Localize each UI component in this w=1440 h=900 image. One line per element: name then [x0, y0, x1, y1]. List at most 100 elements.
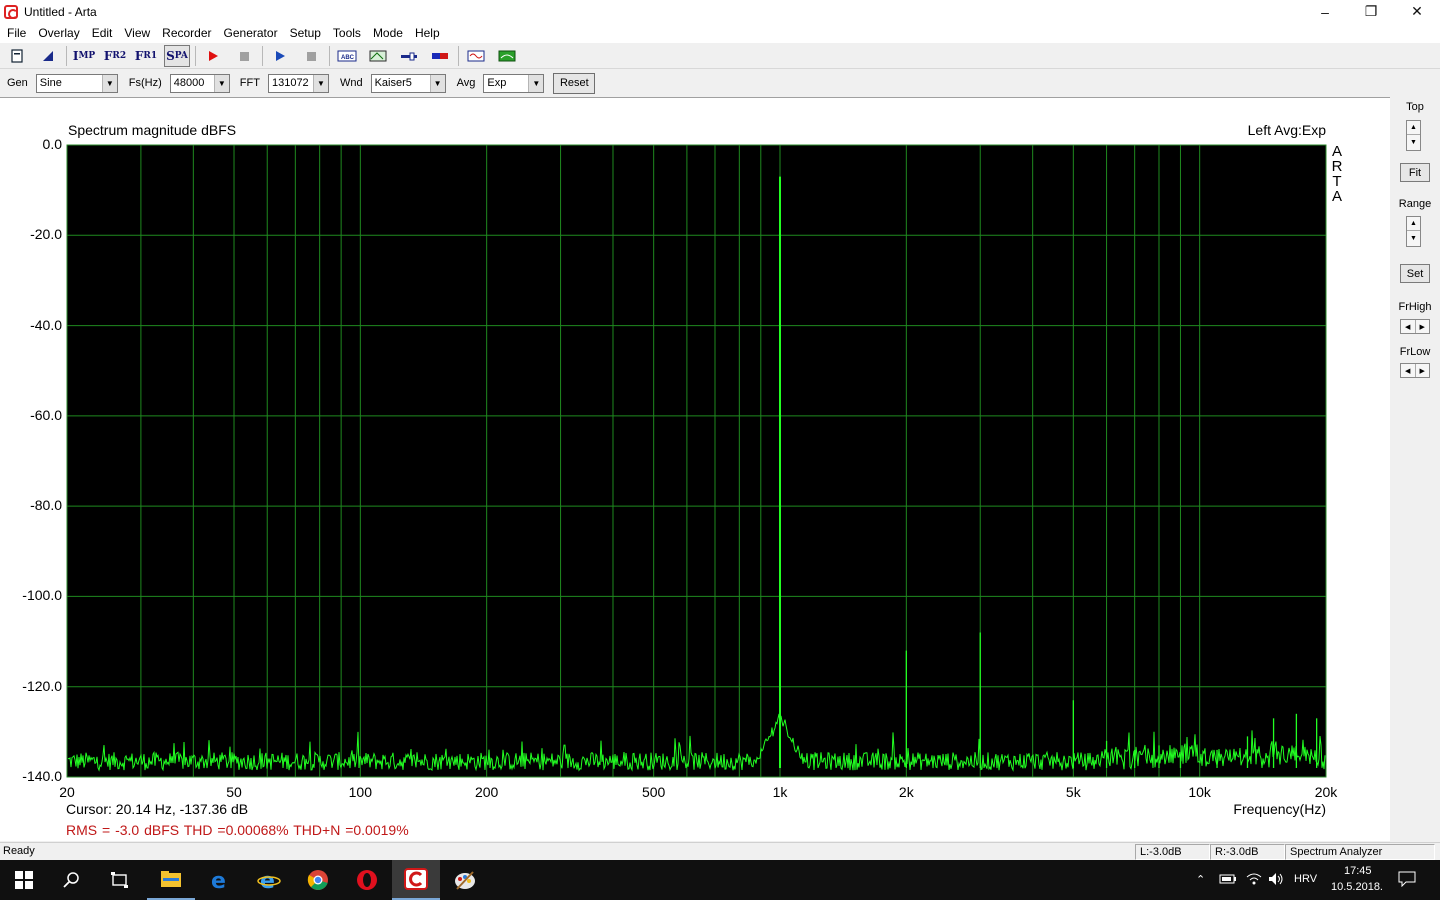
arrow-left-icon[interactable]: ◀ — [1401, 364, 1416, 377]
y-tick-label: -60.0 — [30, 406, 62, 423]
menu-generator[interactable]: Generator — [218, 23, 284, 43]
svg-text:ABC: ABC — [341, 55, 355, 61]
x-tick-label: 200 — [474, 784, 499, 800]
gen-label: Gen — [7, 77, 28, 89]
arrow-up-icon[interactable]: ▲ — [1407, 217, 1420, 231]
close-button[interactable]: ✕ — [1394, 0, 1440, 23]
arta-app-icon[interactable] — [4, 4, 18, 19]
menu-mode[interactable]: Mode — [367, 23, 409, 43]
status-bar: Ready L:-3.0dB R:-3.0dB Spectrum Analyze… — [0, 842, 1440, 860]
spa-mode-button[interactable]: S PA — [164, 44, 190, 67]
fader-icon[interactable] — [396, 45, 422, 67]
windows-start-icon[interactable] — [0, 860, 48, 900]
arrow-right-icon[interactable]: ▶ — [1416, 364, 1430, 377]
x-axis-title: Frequency(Hz) — [1233, 801, 1326, 817]
impulse-mode-button[interactable]: I MP — [71, 45, 97, 67]
arrow-down-icon[interactable]: ▼ — [1407, 231, 1420, 245]
abc-analyze-icon[interactable]: ABC — [334, 45, 360, 67]
input-language[interactable]: HRV — [1294, 873, 1317, 885]
arrow-right-icon[interactable]: ▶ — [1416, 320, 1430, 333]
menu-tools[interactable]: Tools — [327, 23, 367, 43]
arta-taskbar-icon[interactable] — [392, 860, 440, 900]
window-function-select[interactable]: Kaiser5 ▼ — [370, 73, 446, 93]
search-icon[interactable] — [48, 860, 96, 900]
chrome-icon[interactable] — [294, 860, 342, 900]
arrow-down-icon[interactable]: ▼ — [1407, 135, 1420, 149]
record-play-icon[interactable] — [200, 45, 226, 67]
fft-size-select[interactable]: 131072 ▼ — [267, 73, 329, 93]
fs-label: Fs(Hz) — [128, 77, 162, 89]
fr1-mode-button[interactable]: F R1 — [133, 45, 159, 67]
record-stop-icon[interactable] — [231, 45, 257, 67]
arrow-up-icon[interactable]: ▲ — [1407, 121, 1420, 135]
chevron-down-icon[interactable]: ▼ — [429, 74, 445, 92]
chevron-down-icon[interactable]: ▼ — [101, 74, 117, 92]
paint-app-icon[interactable] — [441, 860, 489, 900]
window-title: Untitled - Arta — [24, 4, 97, 19]
frlow-spinner[interactable]: ◀ ▶ — [1400, 363, 1430, 378]
menu-view[interactable]: View — [118, 23, 156, 43]
oscilloscope-icon[interactable] — [463, 45, 489, 67]
minimize-button[interactable]: – — [1302, 0, 1348, 23]
fit-button[interactable]: Fit — [1400, 163, 1430, 182]
x-tick-label: 2k — [898, 784, 914, 800]
generator-select[interactable]: Sine ▼ — [35, 73, 118, 93]
internet-explorer-icon[interactable]: e — [245, 860, 293, 900]
toolbar-separator — [195, 45, 196, 66]
range-spinner[interactable]: ▲ ▼ — [1406, 216, 1421, 247]
range-label: Range — [1398, 198, 1432, 210]
reset-button[interactable]: Reset — [553, 72, 596, 94]
y-tick-label: -40.0 — [30, 316, 62, 333]
fr2-mode-button[interactable]: F R2 — [102, 45, 128, 67]
menu-help[interactable]: Help — [409, 23, 446, 43]
meter-icon[interactable] — [494, 45, 520, 67]
menu-bar: File Overlay Edit View Recorder Generato… — [0, 23, 1440, 43]
frhigh-spinner[interactable]: ◀ ▶ — [1400, 319, 1430, 334]
window-function-value: Kaiser5 — [374, 77, 412, 89]
svg-text:e: e — [211, 869, 226, 891]
show-hidden-icons-icon[interactable]: ⌃ — [1196, 873, 1205, 886]
battery-icon[interactable] — [1219, 872, 1237, 889]
color-bar-icon[interactable] — [427, 45, 453, 67]
x-tick-label: 10k — [1188, 784, 1211, 800]
y-tick-label: -120.0 — [22, 677, 62, 694]
wnd-label: Wnd — [339, 77, 363, 89]
edge-browser-icon[interactable]: e — [196, 860, 244, 900]
y-tick-label: -100.0 — [22, 587, 62, 604]
chevron-down-icon[interactable]: ▼ — [528, 74, 544, 92]
file-explorer-icon[interactable] — [147, 860, 195, 900]
chevron-down-icon[interactable]: ▼ — [312, 74, 328, 92]
menu-overlay[interactable]: Overlay — [32, 23, 85, 43]
chart-view-icon[interactable] — [365, 45, 391, 67]
chevron-down-icon[interactable]: ▼ — [213, 74, 229, 92]
action-center-icon[interactable] — [1398, 871, 1416, 890]
opera-icon[interactable] — [343, 860, 391, 900]
menu-recorder[interactable]: Recorder — [156, 23, 217, 43]
menu-edit[interactable]: Edit — [86, 23, 119, 43]
sample-rate-select[interactable]: 48000 ▼ — [169, 73, 230, 93]
windows-taskbar: e e ⌃ HRV 17:45 10.5.2018. — [0, 860, 1440, 900]
svg-text:e: e — [260, 869, 275, 891]
x-tick-label: 5k — [1065, 784, 1081, 800]
sample-rate-value: 48000 — [173, 77, 205, 89]
new-file-icon[interactable] — [4, 45, 30, 67]
spectrum-chart[interactable] — [0, 98, 1390, 842]
y-tick-label: -80.0 — [30, 497, 62, 514]
generator-stop-icon[interactable] — [298, 45, 324, 67]
top-spinner[interactable]: ▲ ▼ — [1406, 120, 1421, 151]
generator-play-icon[interactable] — [267, 45, 293, 67]
open-file-icon[interactable] — [35, 45, 61, 67]
clock-time[interactable]: 17:45 — [1344, 865, 1372, 877]
task-view-icon[interactable] — [96, 860, 144, 900]
clock-date[interactable]: 10.5.2018. — [1331, 881, 1383, 893]
y-tick-label: -20.0 — [30, 226, 62, 243]
volume-icon[interactable] — [1267, 872, 1285, 889]
averaging-select[interactable]: Exp ▼ — [483, 73, 545, 93]
menu-setup[interactable]: Setup — [284, 23, 327, 43]
arta-watermark: ARTA — [1331, 143, 1343, 205]
maximize-button[interactable]: ❐ — [1348, 0, 1394, 23]
wifi-icon[interactable] — [1245, 872, 1263, 889]
arrow-left-icon[interactable]: ◀ — [1401, 320, 1416, 333]
set-button[interactable]: Set — [1400, 264, 1430, 283]
menu-file[interactable]: File — [1, 23, 32, 43]
